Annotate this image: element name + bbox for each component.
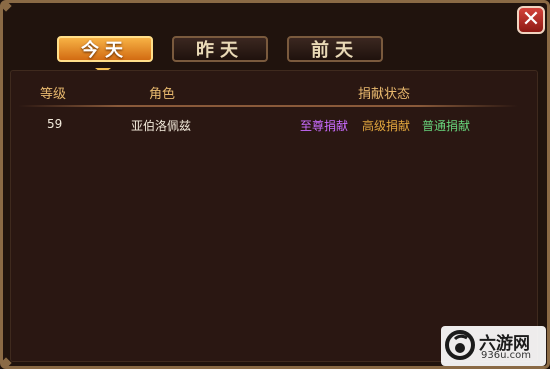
tab-yesterday[interactable]: 昨天 (172, 36, 268, 62)
close-icon: ✕ (521, 7, 541, 32)
header-divider (18, 105, 518, 107)
column-header-donation-status: 捐献状态 (358, 87, 411, 102)
watermark-url: 936u.com (481, 350, 531, 361)
tab-day-before-yesterday[interactable]: 前天 (287, 36, 383, 62)
column-header-level: 等级 (40, 87, 67, 102)
donation-advanced: 高级捐献 (362, 119, 411, 133)
column-header-role: 角色 (149, 87, 176, 102)
donation-supreme: 至尊捐献 (300, 119, 349, 133)
tab-today[interactable]: 今天 (57, 36, 153, 62)
close-button[interactable]: ✕ (517, 6, 545, 34)
site-watermark: 六游网 936u.com (441, 326, 546, 366)
row-level: 59 (47, 117, 63, 131)
content-panel (10, 70, 538, 362)
row-role-name: 亚伯洛佩兹 (131, 119, 192, 133)
donation-normal: 普通捐献 (422, 119, 471, 133)
site-logo-icon (445, 330, 475, 360)
